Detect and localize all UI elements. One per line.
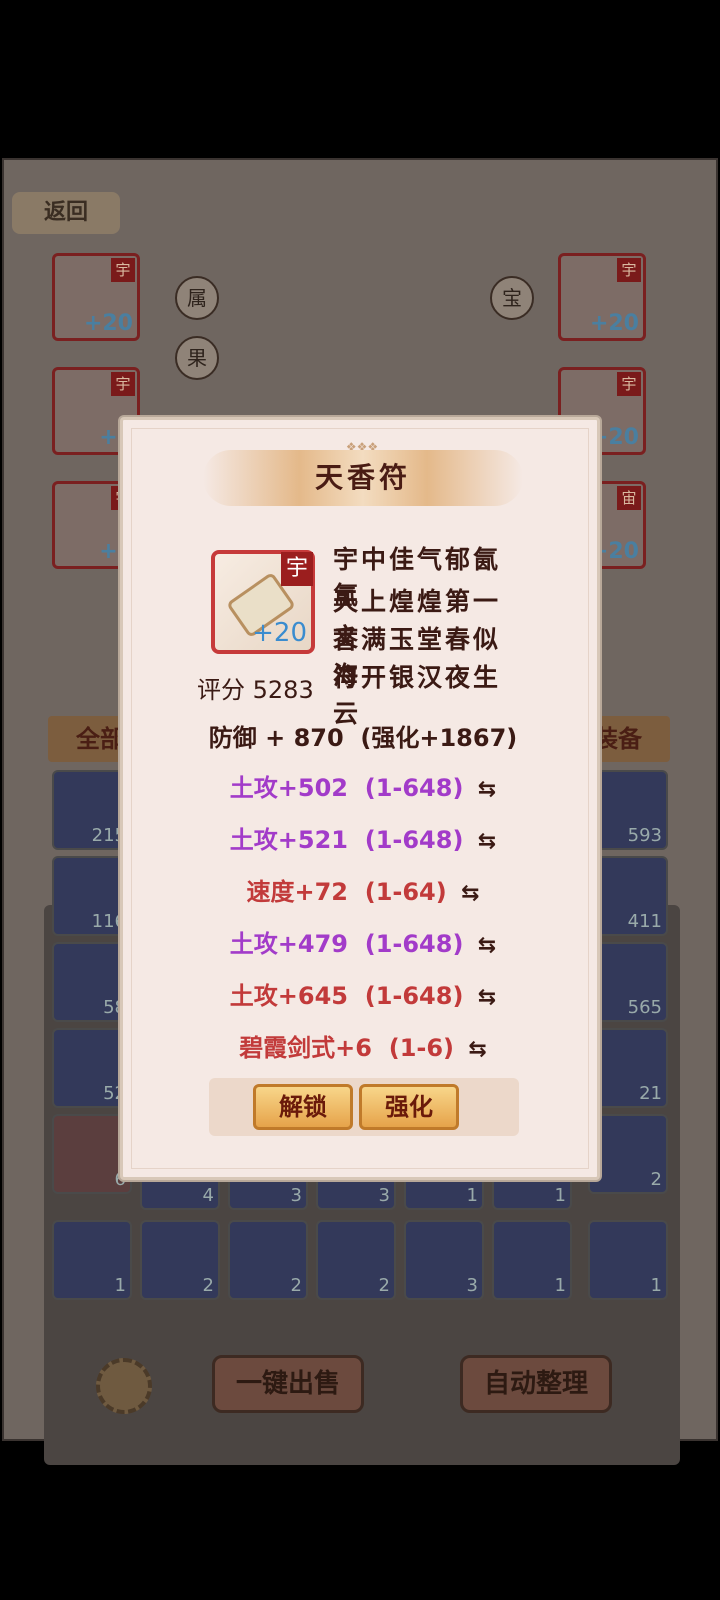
- substat-text: 土攻+479: [229, 930, 348, 958]
- attribute-tab[interactable]: 属: [175, 276, 219, 320]
- enhance-level: +20: [589, 311, 639, 336]
- substat-text: 速度+72: [246, 878, 348, 906]
- auto-sort-button[interactable]: 自动整理: [460, 1355, 612, 1413]
- rarity-tag: 宇: [617, 258, 641, 282]
- substat-row: 碧霞剑式+6 (1-6) ⇆: [123, 1028, 603, 1063]
- item-count: 593: [627, 825, 662, 846]
- item-enhance-level: +20: [252, 618, 307, 648]
- score: 评分 5283: [197, 670, 314, 705]
- item-icon: 宇 +20: [211, 550, 315, 654]
- item-count: 1: [554, 1185, 566, 1206]
- rarity-tag: 宙: [617, 486, 641, 510]
- substat-text: 碧霞剑式+6: [239, 1034, 372, 1062]
- reroll-icon[interactable]: ⇆: [478, 933, 496, 958]
- treasure-tab[interactable]: 宝: [490, 276, 534, 320]
- score-value: 5283: [252, 676, 314, 704]
- item-count: 1: [650, 1275, 662, 1296]
- inventory-slot[interactable]: 2: [140, 1220, 220, 1300]
- main-stat-enhance: (强化+1867): [360, 724, 518, 752]
- substat-text: 土攻+502: [229, 774, 348, 802]
- item-count: 565: [627, 997, 662, 1018]
- inventory-slot[interactable]: 1: [52, 1220, 132, 1300]
- inventory-slot[interactable]: 1: [588, 1220, 668, 1300]
- substat-row: 土攻+645 (1-648) ⇆: [123, 976, 603, 1011]
- reroll-icon[interactable]: ⇆: [461, 881, 479, 906]
- item-count: 2: [202, 1275, 214, 1296]
- substat-row: 土攻+479 (1-648) ⇆: [123, 924, 603, 959]
- inventory-slot[interactable]: 1: [492, 1220, 572, 1300]
- enhance-button[interactable]: 强化: [359, 1084, 459, 1130]
- main-stat-value: 防御 + 870: [208, 724, 344, 752]
- substat-text: 土攻+521: [229, 826, 348, 854]
- item-count: 2: [378, 1275, 390, 1296]
- item-count: 1: [114, 1275, 126, 1296]
- score-label: 评分: [197, 676, 245, 704]
- substat-range: (1-648): [364, 930, 464, 958]
- substat-range: (1-648): [364, 826, 464, 854]
- unlock-button[interactable]: 解锁: [253, 1084, 353, 1130]
- inventory-slot[interactable]: 2: [316, 1220, 396, 1300]
- sell-all-button[interactable]: 一键出售: [212, 1355, 364, 1413]
- item-count: 2: [290, 1275, 302, 1296]
- reroll-icon[interactable]: ⇆: [478, 777, 496, 802]
- item-count: 411: [627, 911, 662, 932]
- substat-text: 土攻+645: [229, 982, 348, 1010]
- reroll-icon[interactable]: ⇆: [478, 829, 496, 854]
- item-count: 4: [202, 1185, 214, 1206]
- enhance-level: +20: [83, 311, 133, 336]
- substat-row: 土攻+502 (1-648) ⇆: [123, 768, 603, 803]
- inventory-slot[interactable]: 2: [228, 1220, 308, 1300]
- item-count: 2: [650, 1169, 662, 1190]
- substat-range: (1-648): [364, 982, 464, 1010]
- rarity-tag: 宇: [111, 258, 135, 282]
- filter-all-tab[interactable]: 全部: [48, 716, 128, 762]
- inventory-slot[interactable]: 2: [588, 1114, 668, 1194]
- equip-slot-weapon[interactable]: 宇 +20: [52, 253, 140, 341]
- substat-range: (1-648): [364, 774, 464, 802]
- reroll-icon[interactable]: ⇆: [468, 1037, 486, 1062]
- rarity-tag: 宇: [111, 372, 135, 396]
- substat-range: (1-6): [388, 1034, 455, 1062]
- substat-row: 土攻+521 (1-648) ⇆: [123, 820, 603, 855]
- item-count: 21: [639, 1083, 662, 1104]
- equip-slot-armor[interactable]: 宇 +20: [558, 253, 646, 341]
- item-count: 1: [554, 1275, 566, 1296]
- main-stat: 防御 + 870 (强化+1867): [123, 718, 603, 753]
- item-title: 天香符: [203, 450, 523, 506]
- item-count: 3: [290, 1185, 302, 1206]
- back-button[interactable]: 返回: [12, 192, 120, 234]
- fruit-tab[interactable]: 果: [175, 336, 219, 380]
- item-count: 3: [378, 1185, 390, 1206]
- item-count: 1: [466, 1185, 478, 1206]
- rarity-tag: 宇: [281, 552, 313, 586]
- rarity-tag: 宇: [617, 372, 641, 396]
- inventory-slot[interactable]: 3: [404, 1220, 484, 1300]
- substat-range: (1-64): [364, 878, 447, 906]
- substat-row: 速度+72 (1-64) ⇆: [123, 872, 603, 907]
- reroll-icon[interactable]: ⇆: [478, 985, 496, 1010]
- item-detail-dialog: ❖❖❖ 天香符 宇 +20 宇中佳气郁氤氲 天上煌煌第一文 香满玉堂春似海 符开…: [120, 417, 600, 1180]
- item-count: 3: [466, 1275, 478, 1296]
- settings-gear-icon[interactable]: [96, 1358, 152, 1414]
